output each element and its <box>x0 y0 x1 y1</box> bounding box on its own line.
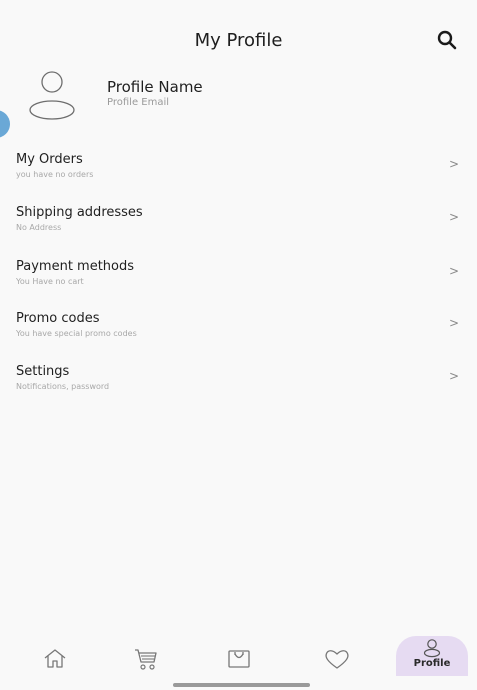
menu-item-subtitle: Notifications, password <box>16 382 110 391</box>
profile-card[interactable]: Profile Name Profile Email <box>0 64 477 132</box>
menu-item-title: Settings <box>16 364 70 379</box>
chevron-right-icon: > <box>448 210 459 224</box>
chevron-right-icon: > <box>448 264 459 278</box>
home-icon <box>44 649 66 668</box>
search-button[interactable] <box>435 28 459 52</box>
menu-item-title: My Orders <box>16 152 83 167</box>
profile-email: Profile Email <box>107 97 170 108</box>
cart-icon <box>135 649 157 670</box>
menu-item-shipping-addresses[interactable]: Shipping addresses No Address > <box>0 199 477 253</box>
menu-item-my-orders[interactable]: My Orders you have no orders > <box>0 146 477 199</box>
nav-cart[interactable] <box>118 640 174 678</box>
heart-icon <box>325 650 349 669</box>
chevron-right-icon: > <box>448 316 459 330</box>
menu-item-settings[interactable]: Settings Notifications, password > <box>0 358 477 411</box>
menu-item-title: Promo codes <box>16 311 100 326</box>
home-indicator[interactable] <box>173 683 310 687</box>
nav-bag[interactable] <box>211 640 267 678</box>
menu-item-subtitle: No Address <box>16 223 62 232</box>
menu-item-title: Payment methods <box>16 259 135 274</box>
page-title: My Profile <box>194 30 283 51</box>
nav-profile[interactable]: Profile <box>396 636 468 676</box>
app-header: My Profile <box>0 26 477 60</box>
menu-item-title: Shipping addresses <box>16 205 143 220</box>
nav-favorites[interactable] <box>309 640 365 678</box>
chevron-right-icon: > <box>448 369 459 383</box>
shopping-bag-icon <box>228 650 250 668</box>
status-bar <box>0 0 477 26</box>
chevron-right-icon: > <box>448 157 459 171</box>
menu-item-subtitle: You Have no cart <box>16 277 84 286</box>
profile-menu: My Orders you have no orders > Shipping … <box>0 146 477 411</box>
menu-item-promo-codes[interactable]: Promo codes You have special promo codes… <box>0 305 477 358</box>
menu-item-subtitle: You have special promo codes <box>16 329 137 338</box>
profile-name: Profile Name <box>107 78 203 96</box>
search-icon <box>437 30 457 50</box>
avatar-icon <box>29 71 75 120</box>
profile-icon <box>423 639 441 658</box>
nav-profile-label: Profile <box>413 658 451 669</box>
nav-home[interactable] <box>27 640 83 678</box>
menu-item-subtitle: you have no orders <box>16 170 94 179</box>
menu-item-payment-methods[interactable]: Payment methods You Have no cart > <box>0 253 477 305</box>
bottom-navigation: Profile <box>0 636 477 690</box>
